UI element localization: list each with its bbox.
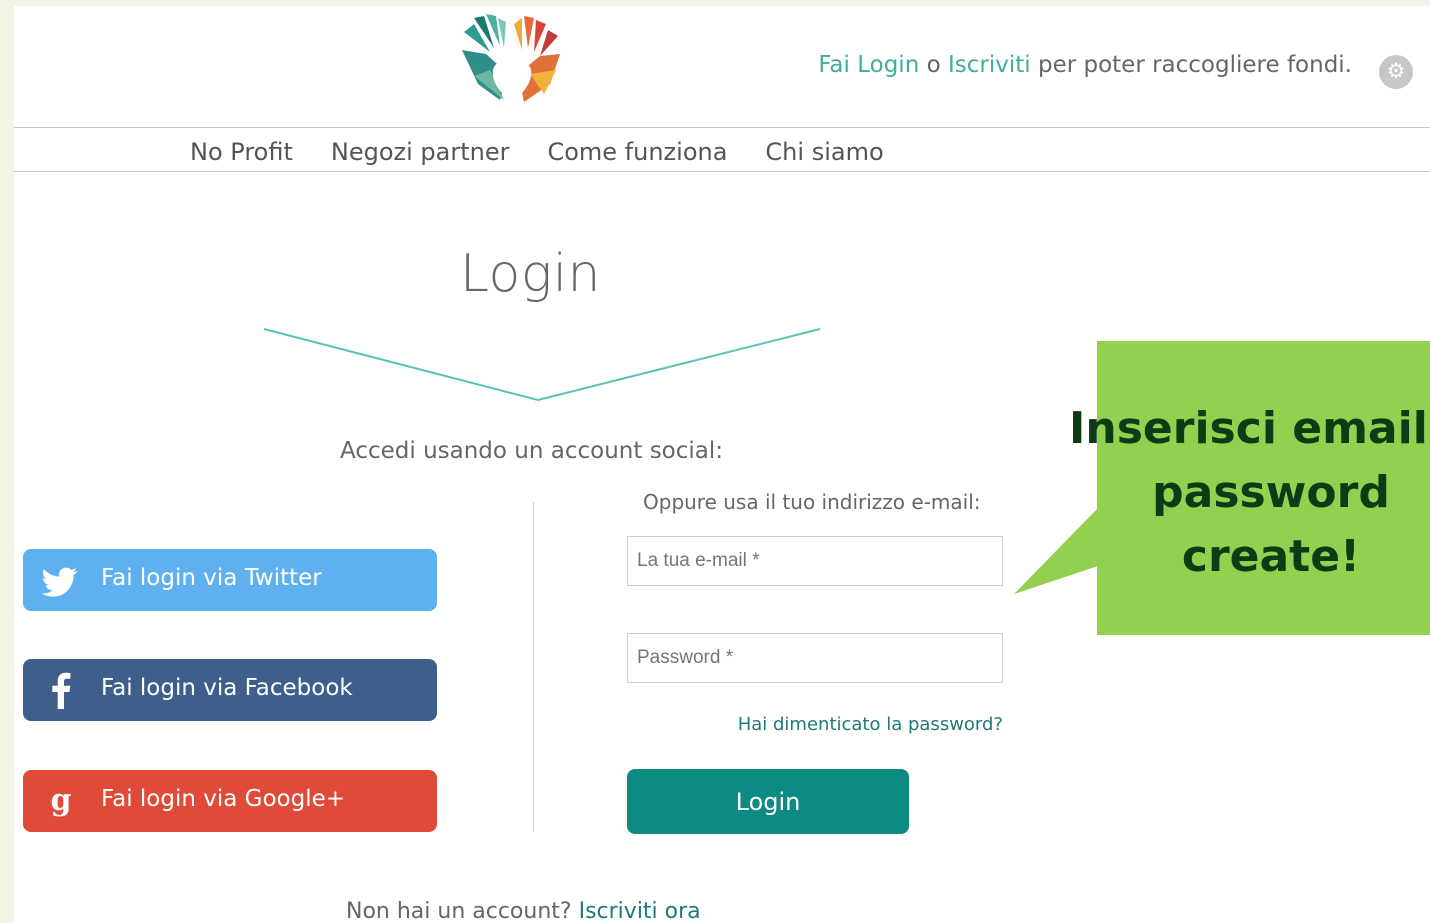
- page-container: Fai Login o Iscriviti per poter raccogli…: [14, 6, 1430, 923]
- instruction-callout: Inserisci email e password create!: [1069, 341, 1430, 635]
- callout-text: Inserisci email e password create!: [1069, 403, 1428, 582]
